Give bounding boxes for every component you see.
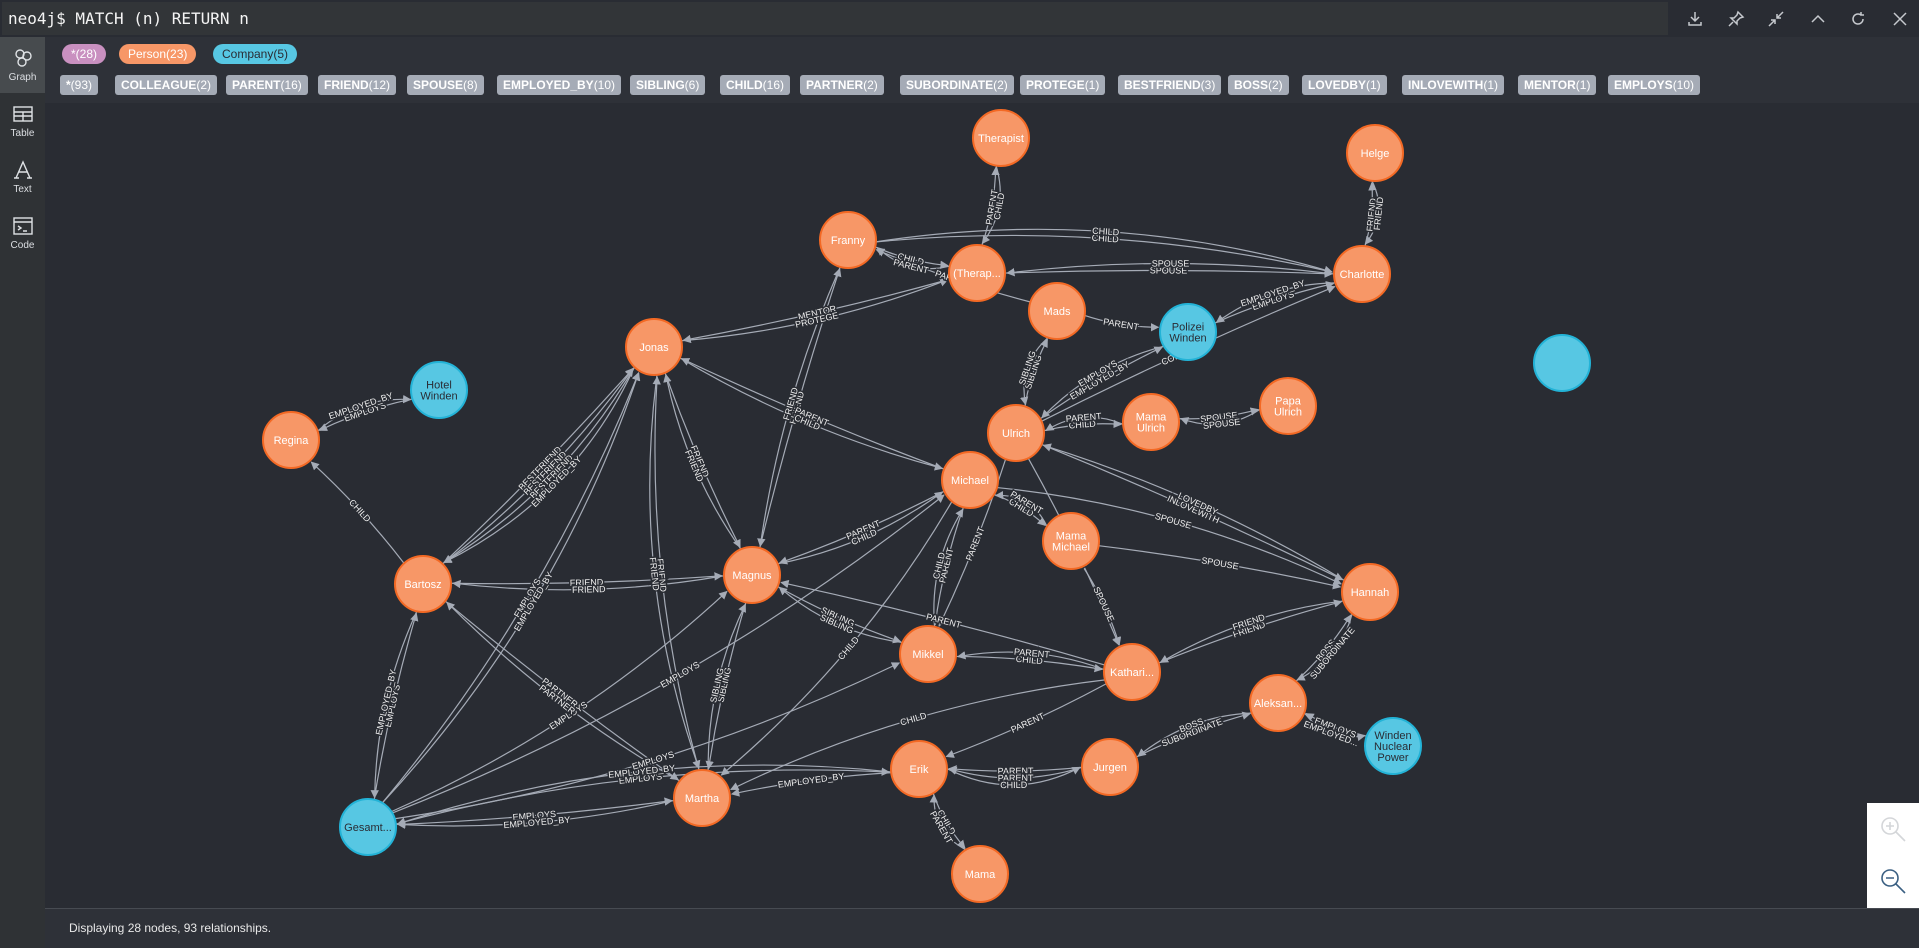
node-circle[interactable] <box>723 546 781 604</box>
graph-node-ulrich[interactable]: Ulrich <box>987 404 1045 462</box>
graph-node-unnamed[interactable] <box>1533 334 1591 392</box>
relationship-label: PARENT <box>1103 317 1140 333</box>
graph-node-gesamt[interactable]: Gesamt... <box>339 798 397 856</box>
relationship-label: PARENT <box>1009 711 1046 735</box>
node-circle[interactable] <box>1081 738 1139 796</box>
graph-node-katharina[interactable]: Kathari... <box>1103 643 1161 701</box>
node-circle[interactable] <box>1159 303 1217 361</box>
graph-node-jonas[interactable]: Jonas <box>625 318 683 376</box>
node-circle[interactable] <box>1346 124 1404 182</box>
zoom-out-button[interactable] <box>1867 855 1919 907</box>
node-circle[interactable] <box>673 769 731 827</box>
relationship-label: CHILD <box>836 634 861 661</box>
node-circle[interactable] <box>987 404 1045 462</box>
graph-node-therapist[interactable]: Therapist <box>972 109 1030 167</box>
graph-node-jurgen[interactable]: Jurgen <box>1081 738 1139 796</box>
zoom-in-button[interactable] <box>1867 803 1919 855</box>
relationship-label: CHILD <box>1092 226 1120 238</box>
node-circle[interactable] <box>951 845 1009 903</box>
graph-node-mamaulrich[interactable]: MamaUlrich <box>1122 393 1180 451</box>
node-circle[interactable] <box>941 451 999 509</box>
relationship-label: PARENT <box>964 525 987 562</box>
graph-node-helge[interactable]: Helge <box>1346 124 1404 182</box>
node-circle[interactable] <box>890 740 948 798</box>
relationship-label: SPOUSE <box>1091 585 1116 623</box>
graph-node-hannah[interactable]: Hannah <box>1341 563 1399 621</box>
graph-node-franny[interactable]: Franny <box>819 211 877 269</box>
relationship-label: SUBORDINATE <box>1308 625 1357 681</box>
relationship-label: CHILD <box>899 710 928 727</box>
graph-node-therap2[interactable]: (Therap... <box>948 244 1006 302</box>
graph-node-mama[interactable]: Mama <box>951 845 1009 903</box>
node-circle[interactable] <box>410 361 468 419</box>
node-circle[interactable] <box>899 625 957 683</box>
relationship-label: EMPLOYS <box>659 659 702 689</box>
node-circle[interactable] <box>1249 674 1307 732</box>
node-circle[interactable] <box>625 318 683 376</box>
graph-node-papaulrich[interactable]: PapaUlrich <box>1259 377 1317 435</box>
graph-node-mamamichael[interactable]: MamaMichael <box>1042 512 1100 570</box>
relationship-label: EMPLOYED_BY <box>777 771 845 790</box>
node-circle[interactable] <box>1333 245 1391 303</box>
status-text: Displaying 28 nodes, 93 relationships. <box>69 921 272 935</box>
node-circle[interactable] <box>262 411 320 469</box>
node-circle[interactable] <box>948 244 1006 302</box>
zoom-out-icon <box>1881 869 1906 894</box>
node-circle[interactable] <box>1533 334 1591 392</box>
node-circle[interactable] <box>1028 282 1086 340</box>
relationship-label: CHILD <box>1000 780 1028 790</box>
graph-node-charlotte[interactable]: Charlotte <box>1333 245 1391 303</box>
graph-node-martha[interactable]: Martha <box>673 769 731 827</box>
node-circle[interactable] <box>819 211 877 269</box>
graph-node-polizei[interactable]: PolizeiWinden <box>1159 303 1217 361</box>
node-circle[interactable] <box>1259 377 1317 435</box>
graph-node-bartosz[interactable]: Bartosz <box>394 555 452 613</box>
status-bar: Displaying 28 nodes, 93 relationships. <box>45 908 1919 948</box>
graph-node-mads[interactable]: Mads <box>1028 282 1086 340</box>
relationship-label: SPOUSE <box>1201 555 1240 571</box>
graph-canvas[interactable]: PARENT CHILD FRIEND FRIEND CHILD CHILD PARENT S… <box>45 103 1919 908</box>
graph-node-michael[interactable]: Michael <box>941 451 999 509</box>
node-circle[interactable] <box>1364 717 1422 775</box>
node-circle[interactable] <box>1122 393 1180 451</box>
graph-node-regina[interactable]: Regina <box>262 411 320 469</box>
node-circle[interactable] <box>1341 563 1399 621</box>
node-circle[interactable] <box>1042 512 1100 570</box>
graph-node-magnus[interactable]: Magnus <box>723 546 781 604</box>
graph-node-hotel[interactable]: HotelWinden <box>410 361 468 419</box>
relationship-label: PARENT <box>1065 411 1102 424</box>
graph-node-wnp[interactable]: WindenNuclearPower <box>1364 717 1422 775</box>
zoom-controls <box>1867 803 1919 908</box>
node-circle[interactable] <box>339 798 397 856</box>
relationship-label: SPOUSE <box>1154 511 1193 531</box>
zoom-in-icon <box>1881 817 1906 842</box>
relationship-label: FRIEND <box>572 584 606 595</box>
graph-node-aleksander[interactable]: Aleksan... <box>1249 674 1307 732</box>
node-circle[interactable] <box>394 555 452 613</box>
graph-node-erik[interactable]: Erik <box>890 740 948 798</box>
relationship-label: SPOUSE <box>1152 258 1190 268</box>
graph-node-mikkel[interactable]: Mikkel <box>899 625 957 683</box>
relationship-label: CHILD <box>347 497 373 524</box>
node-circle[interactable] <box>1103 643 1161 701</box>
node-circle[interactable] <box>972 109 1030 167</box>
